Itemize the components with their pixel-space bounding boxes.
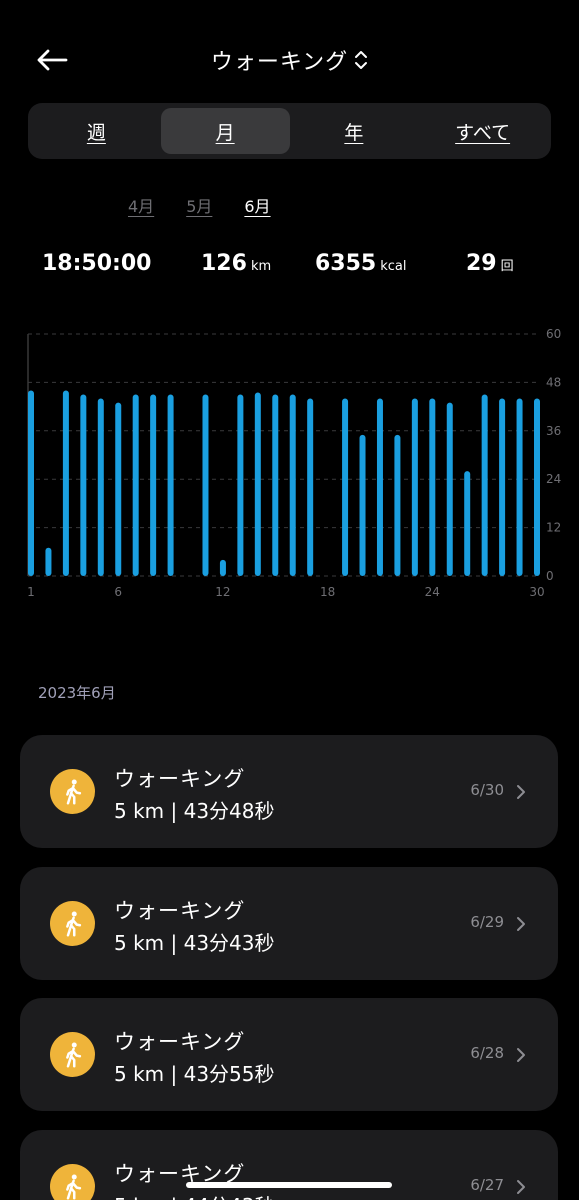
activity-detail: 5 km | 44分43秒 [114,1190,275,1200]
chart-bar [62,390,69,576]
count-unit: 回 [500,259,514,274]
activity-card[interactable]: ウォーキング 5 km | 43分48秒 6/30 [20,735,558,848]
stat-count: 29 回 [466,251,514,276]
activity-name: ウォーキング [114,767,246,791]
walking-icon [50,1164,95,1200]
page-title: ウォーキング [210,50,349,75]
chart-bar [219,559,226,576]
duration-value: 18:50:00 [42,251,152,276]
chart-bar [307,398,314,576]
y-tick-label: 60 [546,327,561,341]
chart-bar [464,471,471,576]
activity-card[interactable]: ウォーキング 5 km | 44分43秒 6/27 [20,1130,558,1200]
chart-bar [481,394,488,576]
month-selector: 4月 5月 6月 [128,193,271,217]
chart-bar [237,394,244,576]
activity-date: 6/28 [470,1044,504,1062]
chart-bar [115,402,122,576]
chart-bar [429,398,436,576]
chart-bar [80,394,87,576]
activity-detail: 5 km | 43分43秒 [114,931,275,955]
section-label: 2023年6月 [38,684,116,702]
distance-unit: km [250,259,272,274]
chart-bar [411,398,418,576]
calories-unit: kcal [380,259,407,274]
x-tick-label: 30 [529,585,544,599]
chart-bar [167,394,174,576]
count-value: 29 [466,251,497,276]
walking-icon [50,1032,95,1077]
chart-bar [28,390,34,576]
chart-bar [534,398,540,576]
tab-year[interactable]: 年 [290,108,419,154]
y-tick-label: 12 [546,521,561,535]
chart-bar [289,394,296,576]
activity-date: 6/29 [470,913,504,931]
chart-bar [446,402,453,576]
header: ウォーキング [0,0,579,110]
monthly-bar-chart: 0 12 24 36 48 60 1 6 12 18 24 30 [27,327,561,599]
activity-detail: 5 km | 43分48秒 [114,799,275,823]
chart-bar [272,394,279,576]
month-june[interactable]: 6月 [244,193,270,217]
x-tick-label: 12 [215,585,230,599]
chevron-right-icon [517,917,525,931]
tab-week[interactable]: 週 [32,108,161,154]
chart-bar [254,392,261,576]
stat-duration: 18:50:00 [42,251,151,276]
y-tick-label: 36 [546,424,561,438]
activity-card[interactable]: ウォーキング 5 km | 43分55秒 6/28 [20,998,558,1111]
chart-bar [202,394,209,576]
tab-month[interactable]: 月 [160,108,290,154]
chart-bar [45,547,52,576]
y-tick-label: 48 [546,375,561,389]
activity-type-selector[interactable]: ウォーキング [0,44,579,76]
x-tick-label: 24 [425,585,440,599]
chart-bar [499,398,506,576]
chart-bar [376,398,383,576]
chart-bar [394,434,401,576]
y-tick-label: 24 [546,472,561,486]
home-indicator[interactable] [186,1182,392,1188]
chevron-right-icon [517,1048,525,1062]
distance-value: 126 [201,251,247,276]
chart-bar [359,434,366,576]
x-tick-label: 1 [27,585,35,599]
stat-calories: 6355 kcal [315,251,407,276]
y-tick-label: 0 [546,569,554,583]
month-may[interactable]: 5月 [186,193,212,217]
chart-bar [97,398,104,576]
month-april[interactable]: 4月 [128,193,154,217]
chart-bar [342,398,349,576]
activity-detail: 5 km | 43分55秒 [114,1062,275,1086]
chart-bar [516,398,523,576]
tab-all[interactable]: すべて [418,108,547,154]
chart-bar [150,394,157,576]
activity-date: 6/30 [470,781,504,799]
activity-name: ウォーキング [114,899,246,923]
chevron-right-icon [517,1180,525,1194]
calories-value: 6355 [315,251,377,276]
chevron-right-icon [517,785,525,799]
period-segmented-control: 週 月 年 すべて [28,103,551,159]
walking-icon [50,769,95,814]
activity-date: 6/27 [470,1176,504,1194]
chart-bar [132,394,139,576]
chevron-up-down-icon [354,49,368,71]
summary-stats: 18:50:00 126 km 6355 kcal 29 回 [0,251,579,281]
activity-card[interactable]: ウォーキング 5 km | 43分43秒 6/29 [20,867,558,980]
stat-distance: 126 km [201,251,271,276]
walking-icon [50,901,95,946]
activity-name: ウォーキング [114,1030,246,1054]
x-tick-label: 6 [114,585,122,599]
x-tick-label: 18 [320,585,335,599]
